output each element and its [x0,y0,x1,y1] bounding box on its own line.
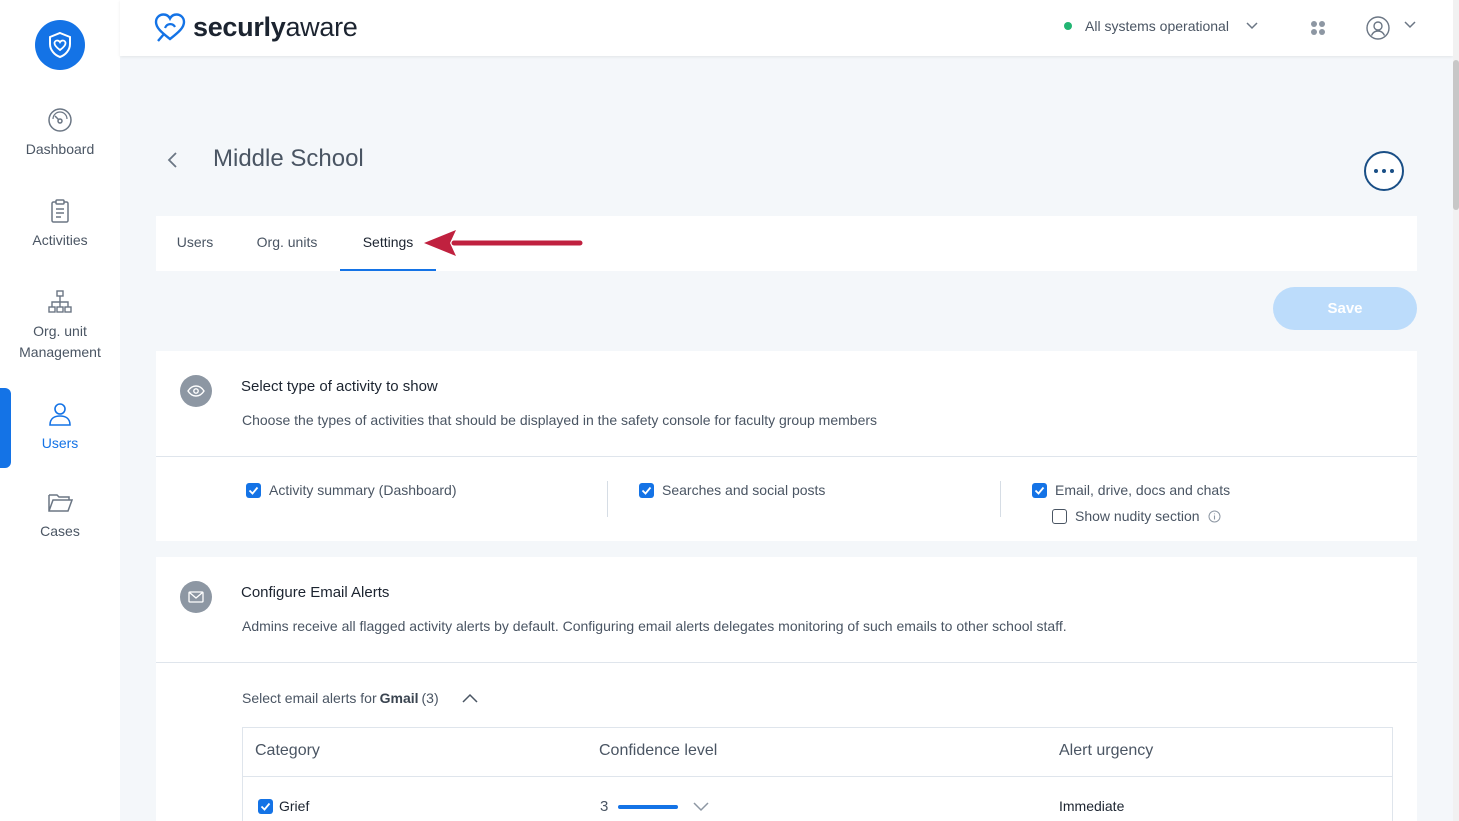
sidebar-item-users[interactable]: Users [0,401,120,454]
gmail-alerts-toggle[interactable]: Select email alerts for Gmail (3) [242,690,479,706]
option-separator [1000,481,1001,517]
sidebar-item-label: Activities [32,232,88,248]
option-searches-social[interactable]: Searches and social posts [639,482,825,498]
option-label: Show nudity section [1075,508,1200,524]
card-icon-badge [180,581,212,613]
sub-prefix: Select email alerts for [242,690,377,706]
activity-type-card: Select type of activity to show Choose t… [156,351,1417,541]
brand-name: securlyaware [193,11,358,42]
confidence-level-select[interactable]: 3 [600,798,710,815]
chevron-down-icon[interactable] [1403,20,1417,30]
tab-bar: Users Org. units Settings [156,216,1417,271]
sidebar-item-label: Dashboard [25,141,95,157]
dashboard-gauge-icon [48,108,72,132]
sidebar-item-org-unit-management[interactable]: Org. unit Management [0,289,120,363]
confidence-value: 3 [600,798,609,815]
more-options-button[interactable] [1364,151,1404,191]
sidebar-item-label: Cases [40,523,80,539]
chevron-up-icon[interactable] [461,693,479,704]
table-header-divider [243,776,1392,777]
sidebar-item-label: Users [41,435,79,451]
checkbox-checked[interactable] [246,482,261,498]
card-divider [156,456,1417,457]
status-dot [1064,22,1072,30]
sidebar-item-cases[interactable]: Cases [0,489,120,542]
confidence-level-bar [618,804,679,809]
page-scrollbar[interactable] [1453,0,1459,821]
save-button[interactable]: Save [1273,287,1417,330]
card-title: Configure Email Alerts [241,584,390,601]
option-label: Email, drive, docs and chats [1055,482,1231,498]
system-status[interactable]: All systems operational [1064,18,1259,34]
tab-users[interactable]: Users [156,216,234,271]
option-show-nudity[interactable]: Show nudity section [1052,508,1221,524]
option-email-drive-docs[interactable]: Email, drive, docs and chats [1032,482,1230,498]
checkbox-checked[interactable] [639,482,654,498]
scrollbar-thumb[interactable] [1453,60,1459,210]
app-logo-badge[interactable] [35,20,85,70]
eye-icon [187,385,205,397]
email-alerts-card: Configure Email Alerts Admins receive al… [156,557,1417,821]
checkbox-checked[interactable] [258,798,273,814]
shield-heart-icon [49,31,71,59]
column-header-urgency: Alert urgency [1059,742,1154,759]
option-activity-summary[interactable]: Activity summary (Dashboard) [246,482,457,498]
card-description: Admins receive all flagged activity aler… [242,618,1067,634]
sidebar-item-label: Org. unit [33,323,87,339]
table-row-category[interactable]: Grief [258,798,309,814]
alerts-count: (3) [421,690,439,706]
card-divider [156,662,1417,663]
info-icon[interactable] [1208,510,1221,523]
urgency-value[interactable]: Immediate [1059,798,1124,814]
checkbox-checked[interactable] [1032,482,1047,498]
category-label: Grief [279,798,310,814]
sidebar-item-dashboard[interactable]: Dashboard [0,107,120,160]
user-icon [49,403,71,426]
option-label: Activity summary (Dashboard) [269,482,457,498]
email-alerts-table: Category Confidence level Alert urgency … [242,727,1393,821]
securly-heart-logo-icon [154,13,186,42]
user-avatar-icon[interactable] [1366,16,1390,40]
org-chart-icon [48,290,72,313]
chevron-down-icon [1246,22,1258,30]
folder-icon [48,494,73,512]
status-text: All systems operational [1085,18,1229,34]
back-chevron-icon[interactable] [162,149,184,171]
envelope-icon [188,591,204,603]
option-separator [607,481,608,517]
apps-grid-icon[interactable] [1310,20,1326,36]
option-label: Searches and social posts [662,482,826,498]
card-icon-badge [180,375,212,407]
page-title: Middle School [213,145,364,172]
provider-name: Gmail [379,690,419,706]
chevron-down-icon[interactable] [692,801,710,812]
card-description: Choose the types of activities that shou… [242,412,878,428]
top-bar: securlyaware All systems operational [120,0,1453,56]
column-header-category: Category [255,742,320,759]
sidebar: Dashboard Activities Org. unit Managemen… [0,0,120,821]
checkbox-unchecked[interactable] [1052,508,1067,524]
brand-logo[interactable]: securlyaware [153,11,358,43]
sidebar-item-activities[interactable]: Activities [0,198,120,251]
sidebar-item-label: Management [19,344,101,360]
column-header-confidence: Confidence level [599,742,718,759]
tab-org-units[interactable]: Org. units [234,216,340,271]
clipboard-icon [51,199,69,223]
card-title: Select type of activity to show [241,378,438,395]
annotation-arrow-icon [424,230,583,256]
